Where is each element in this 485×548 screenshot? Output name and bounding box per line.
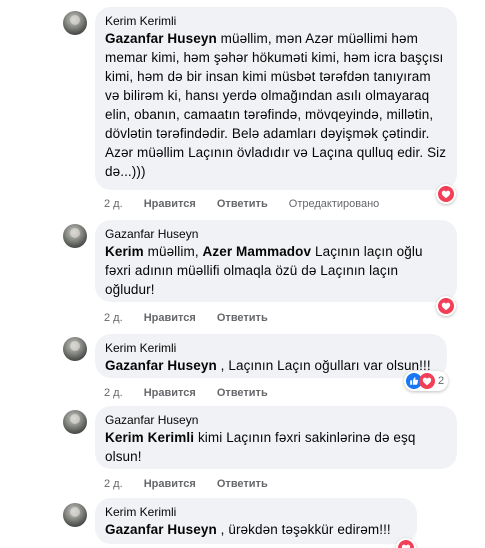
- comment-text: Gazanfar Huseyn , Laçının Laçın oğulları…: [105, 358, 431, 373]
- reaction-summary[interactable]: 2: [404, 371, 449, 391]
- edited-label: Отредактировано: [288, 198, 380, 210]
- like-button[interactable]: Нравится: [144, 387, 196, 399]
- comment-author[interactable]: Gazanfar Huseyn: [105, 226, 447, 242]
- comment-actions: 2 д. Нравится Ответить Отредактировано: [104, 198, 397, 210]
- mention-link[interactable]: Gazanfar Huseyn: [105, 358, 217, 373]
- comment-author[interactable]: Kerim Kerimli: [105, 13, 447, 29]
- love-reaction-icon[interactable]: [436, 296, 456, 316]
- love-icon: [419, 373, 435, 389]
- love-reaction-icon[interactable]: [436, 184, 456, 204]
- avatar[interactable]: [63, 337, 87, 361]
- comment-author[interactable]: Kerim Kerimli: [105, 504, 407, 520]
- comment-text: Gazanfar Huseyn müəllim, mən Azər müəlli…: [105, 31, 447, 179]
- comment-bubble: Gazanfar Huseyn Kerim müəllim, Azer Mamm…: [95, 220, 457, 302]
- like-button[interactable]: Нравится: [144, 198, 196, 210]
- like-button[interactable]: Нравится: [144, 312, 196, 324]
- like-button[interactable]: Нравится: [144, 478, 196, 490]
- avatar[interactable]: [63, 410, 87, 434]
- mention-link[interactable]: Gazanfar Huseyn: [105, 522, 217, 537]
- reply-button[interactable]: Ответить: [217, 387, 268, 399]
- comment-time[interactable]: 2 д.: [104, 198, 123, 210]
- mention-link[interactable]: Gazanfar Huseyn: [105, 31, 217, 46]
- avatar[interactable]: [63, 11, 87, 35]
- comment-author[interactable]: Kerim Kerimli: [105, 340, 437, 356]
- comment-text: Kerim müəllim, Azer Mammadov Laçının laç…: [105, 244, 423, 297]
- mention-link[interactable]: Kerim: [105, 244, 144, 259]
- reply-button[interactable]: Ответить: [217, 312, 268, 324]
- comment-time[interactable]: 2 д.: [104, 387, 123, 399]
- comment-time[interactable]: 2 д.: [104, 312, 123, 324]
- comment-actions: 2 д. Нравится Ответить: [104, 312, 286, 324]
- avatar[interactable]: [63, 503, 87, 527]
- love-reaction-icon[interactable]: [396, 538, 416, 548]
- comment-author[interactable]: Gazanfar Huseyn: [105, 412, 447, 428]
- reaction-count: 2: [438, 375, 445, 387]
- comment-actions: 2 д. Нравится Ответить: [104, 478, 286, 490]
- comment-actions: 2 д. Нравится Ответить: [104, 387, 286, 399]
- comment-text: Gazanfar Huseyn , ürəkdən təşəkkür edirə…: [105, 522, 391, 537]
- comment-bubble: Kerim Kerimli Gazanfar Huseyn , ürəkdən …: [95, 498, 417, 544]
- reply-button[interactable]: Ответить: [217, 198, 268, 210]
- comment-bubble: Gazanfar Huseyn Kerim Kerimli kimi Laçın…: [95, 406, 457, 469]
- mention-link[interactable]: Kerim Kerimli: [105, 430, 194, 445]
- comment-time[interactable]: 2 д.: [104, 478, 123, 490]
- comment-bubble: Kerim Kerimli Gazanfar Huseyn , Laçının …: [95, 334, 447, 378]
- mention-link[interactable]: Azer Mammadov: [203, 244, 312, 259]
- avatar[interactable]: [63, 224, 87, 248]
- comment-bubble: Kerim Kerimli Gazanfar Huseyn müəllim, m…: [95, 7, 457, 190]
- reply-button[interactable]: Ответить: [217, 478, 268, 490]
- comment-text: Kerim Kerimli kimi Laçının fəxri sakinlə…: [105, 430, 416, 464]
